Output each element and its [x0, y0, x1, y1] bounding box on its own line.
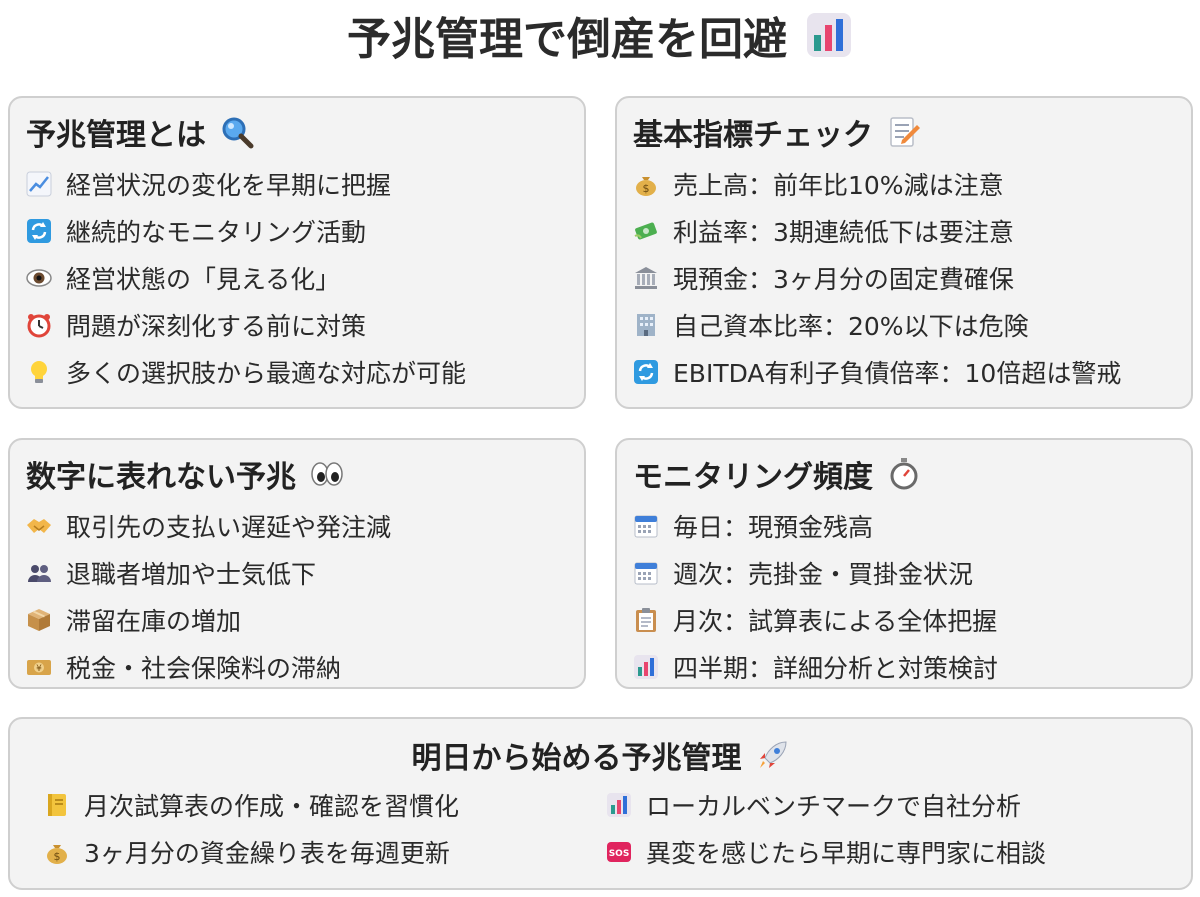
card-start-tomorrow: 明日から始める予兆管理 月次試算表の作成・確認を習慣化 $ 3ヶ月分の資金繰り表… [8, 717, 1193, 890]
list-item: ローカルベンチマークで自社分析 [606, 781, 1046, 828]
list-item-text: ローカルベンチマークで自社分析 [646, 791, 1022, 821]
svg-text:$: $ [54, 850, 61, 863]
list-item: $ 3ヶ月分の資金繰り表を毎週更新 [44, 828, 459, 875]
list-item-text: 取引先の支払い遅延や発注減 [66, 512, 392, 542]
list-item-text: 月次：試算表による全体把握 [673, 606, 998, 636]
eye-icon [26, 265, 52, 291]
package-icon [26, 607, 52, 633]
list-item: 退職者増加や士気低下 [26, 549, 391, 596]
list-item-text: 月次試算表の作成・確認を習慣化 [84, 791, 460, 821]
money-bag-icon: $ [44, 839, 70, 865]
chart-up-icon [26, 171, 52, 197]
office-building-icon [633, 312, 659, 338]
card-heading: 数字に表れない予兆 [26, 452, 344, 496]
bar-chart-icon [805, 11, 853, 59]
list-item: 利益率：3期連続低下は要注意 [633, 207, 1121, 254]
list-item-text: 自己資本比率：20%以下は危険 [673, 311, 1029, 341]
svg-text:$: $ [643, 182, 650, 195]
handshake-icon [26, 513, 52, 539]
action-list-left: 月次試算表の作成・確認を習慣化 $ 3ヶ月分の資金繰り表を毎週更新 [44, 781, 459, 875]
money-bag-icon: $ [633, 171, 659, 197]
card-what-is-precursor-management: 予兆管理とは 経営状況の変化を早期に把握 継続的なモニタリング活動 経営状態の「… [8, 96, 586, 409]
list-item-text: 退職者増加や士気低下 [66, 559, 317, 589]
alarm-clock-icon [26, 312, 52, 338]
list-item: 経営状態の「見える化」 [26, 254, 466, 301]
list-item: SOS 異変を感じたら早期に専門家に相談 [606, 828, 1046, 875]
money-wings-icon [633, 218, 659, 244]
item-list: 経営状況の変化を早期に把握 継続的なモニタリング活動 経営状態の「見える化」 問… [26, 160, 466, 395]
card-heading: モニタリング頻度 [633, 452, 921, 496]
card-heading-text: 数字に表れない予兆 [26, 460, 296, 495]
card-heading-text: 予兆管理とは [26, 118, 206, 153]
page-title-row: 予兆管理で倒産を回避 [0, 4, 1200, 66]
list-item-text: 週次：売掛金・買掛金状況 [673, 559, 974, 589]
magnifier-icon [220, 115, 254, 149]
list-item: $ 売上高：前年比10%減は注意 [633, 160, 1121, 207]
bar-chart-icon [606, 792, 632, 818]
card-heading: 明日から始める予兆管理 [10, 733, 1191, 777]
list-item: 週次：売掛金・買掛金状況 [633, 549, 998, 596]
list-item: 毎日：現預金残高 [633, 502, 998, 549]
list-item: 月次：試算表による全体把握 [633, 596, 998, 643]
list-item: 問題が深刻化する前に対策 [26, 301, 466, 348]
list-item: 四半期：詳細分析と対策検討 [633, 643, 998, 690]
list-item-text: 滞留在庫の増加 [66, 606, 242, 636]
list-item: 多くの選択肢から最適な対応が可能 [26, 348, 466, 395]
sos-icon: SOS [606, 839, 632, 865]
stopwatch-icon [887, 457, 921, 491]
item-list: 毎日：現預金残高 週次：売掛金・買掛金状況 月次：試算表による全体把握 四半期：… [633, 502, 998, 690]
list-item: 現預金：3ヶ月分の固定費確保 [633, 254, 1121, 301]
rocket-icon [756, 738, 790, 772]
page-title: 予兆管理で倒産を回避 [347, 14, 787, 65]
list-item-text: 3ヶ月分の資金繰り表を毎週更新 [84, 838, 450, 868]
svg-text:¥: ¥ [36, 664, 42, 674]
list-item: 継続的なモニタリング活動 [26, 207, 466, 254]
list-item: 取引先の支払い遅延や発注減 [26, 502, 391, 549]
card-basic-indicators: 基本指標チェック $ 売上高：前年比10%減は注意 利益率：3期連続低下は要注意… [615, 96, 1193, 409]
list-item-text: 異変を感じたら早期に専門家に相談 [646, 838, 1047, 868]
card-monitoring-frequency: モニタリング頻度 毎日：現預金残高 週次：売掛金・買掛金状況 月次：試算表による… [615, 438, 1193, 689]
list-item: 自己資本比率：20%以下は危険 [633, 301, 1121, 348]
people-icon [26, 560, 52, 586]
clipboard-icon [633, 607, 659, 633]
memo-icon [887, 115, 921, 149]
bank-icon [633, 265, 659, 291]
list-item-text: 毎日：現預金残高 [673, 512, 874, 542]
list-item: EBITDA有利子負債倍率：10倍超は警戒 [633, 348, 1121, 395]
list-item-text: 問題が深刻化する前に対策 [66, 311, 367, 341]
list-item: 経営状況の変化を早期に把握 [26, 160, 466, 207]
eyes-icon [310, 457, 344, 491]
list-item-text: 継続的なモニタリング活動 [66, 217, 367, 247]
list-item: ¥ 税金・社会保険料の滞納 [26, 643, 391, 690]
list-item-text: 四半期：詳細分析と対策検討 [673, 653, 999, 683]
list-item-text: EBITDA有利子負債倍率：10倍超は警戒 [673, 358, 1122, 388]
list-item-text: 経営状況の変化を早期に把握 [66, 170, 392, 200]
svg-text:SOS: SOS [609, 849, 630, 859]
list-item-text: 売上高：前年比10%減は注意 [673, 170, 1004, 200]
ledger-icon [44, 792, 70, 818]
repeat-icon [633, 359, 659, 385]
list-item: 滞留在庫の増加 [26, 596, 391, 643]
list-item-text: 多くの選択肢から最適な対応が可能 [66, 358, 467, 388]
list-item-text: 利益率：3期連続低下は要注意 [673, 217, 1014, 247]
list-item-text: 経営状態の「見える化」 [66, 264, 341, 294]
card-heading: 予兆管理とは [26, 110, 254, 154]
list-item-text: 現預金：3ヶ月分の固定費確保 [673, 264, 1014, 294]
item-list: $ 売上高：前年比10%減は注意 利益率：3期連続低下は要注意 現預金：3ヶ月分… [633, 160, 1121, 395]
bar-chart-icon [633, 654, 659, 680]
card-heading: 基本指標チェック [633, 110, 921, 154]
calendar-icon [633, 513, 659, 539]
calendar-icon [633, 560, 659, 586]
repeat-icon [26, 218, 52, 244]
yen-banknote-icon: ¥ [26, 654, 52, 680]
list-item-text: 税金・社会保険料の滞納 [66, 653, 342, 683]
list-item: 月次試算表の作成・確認を習慣化 [44, 781, 459, 828]
card-non-numeric-signs: 数字に表れない予兆 取引先の支払い遅延や発注減 退職者増加や士気低下 滞留在庫の… [8, 438, 586, 689]
card-heading-text: 基本指標チェック [633, 118, 873, 153]
light-bulb-icon [26, 359, 52, 385]
card-heading-text: モニタリング頻度 [633, 460, 873, 495]
card-heading-text: 明日から始める予兆管理 [411, 741, 742, 776]
item-list: 取引先の支払い遅延や発注減 退職者増加や士気低下 滞留在庫の増加 ¥ 税金・社会… [26, 502, 391, 690]
action-list-right: ローカルベンチマークで自社分析 SOS 異変を感じたら早期に専門家に相談 [606, 781, 1046, 875]
